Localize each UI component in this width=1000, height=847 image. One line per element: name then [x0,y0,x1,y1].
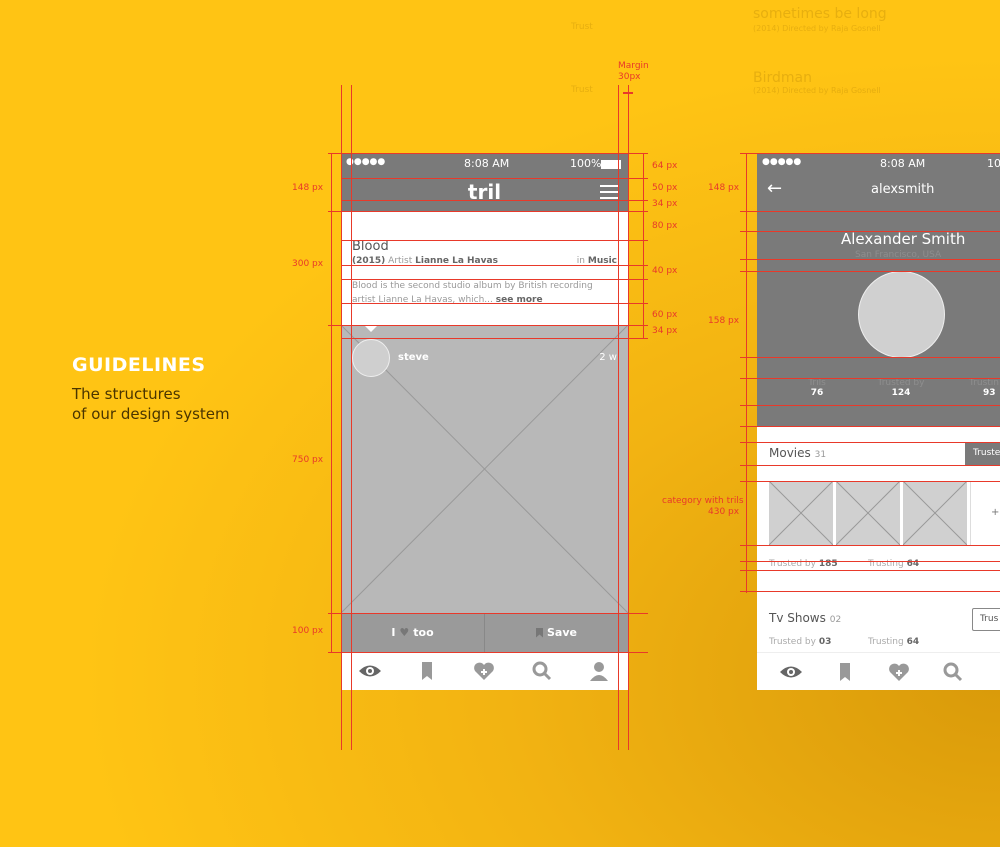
profile-name: Alexander Smith [841,230,966,248]
dimension-label: 80 px [652,221,678,231]
margin-label: Margin [618,61,649,71]
movie-thumbnail[interactable] [768,480,834,546]
battery-level: 10 [987,157,1000,170]
love-prefix: I [391,626,396,639]
description-text: Blood is the second studio album by Brit… [352,281,593,305]
heart-plus-icon[interactable] [887,661,911,683]
search-icon[interactable] [530,660,554,682]
margin-value: 30px [618,72,641,82]
save-button[interactable]: Save [485,613,628,652]
dimension-label: 100 px [292,626,324,636]
post-image-placeholder[interactable]: steve 2 w [341,325,628,613]
faint-text: (2014) Directed by Raja Gosnell [753,86,881,95]
status-bar: ●●●●● 8:08 AM 100% [341,153,628,178]
search-icon[interactable] [941,661,965,683]
category-label: category with trils [662,496,744,506]
movie-thumbnail[interactable] [835,480,901,546]
profile-header: ← alexsmith Alexander Smith San Francisc… [757,178,1000,427]
movies-trust-button[interactable]: Truste [965,442,1000,465]
profile-username: alexsmith [871,182,935,197]
movies-thumbnails: +2 [768,480,1000,546]
faint-text: Trust [571,85,593,95]
dimension-label: 148 px [708,183,740,193]
save-label: Save [547,626,577,639]
dimension-label: 750 px [292,455,324,465]
dimension-label: 64 px [652,161,678,171]
app-header: tril [341,178,628,211]
tv-title: Tv Shows 02 [769,611,842,625]
heart-icon: ♥ [399,626,410,639]
clock: 8:08 AM [880,157,926,170]
guidelines-subtitle: of our design system [72,405,230,423]
clock: 8:08 AM [464,157,510,170]
eye-icon[interactable] [358,660,382,682]
faint-text: Trust [571,22,593,32]
movie-thumbnail[interactable] [902,480,968,546]
bookmark-icon[interactable] [833,661,857,683]
dimension-label: 50 px [652,183,678,193]
stat-trusting[interactable]: Trustin 93 [969,378,1000,398]
back-arrow-icon[interactable]: ← [767,178,782,199]
faint-text: Birdman [753,70,812,86]
user-icon[interactable] [587,660,611,682]
tab-bar [757,652,1000,690]
bookmark-icon[interactable] [415,660,439,682]
heart-plus-icon[interactable] [472,660,496,682]
feed-screen: ●●●●● 8:08 AM 100% tril Blood (2015) Art… [341,153,628,690]
love-suffix: too [413,626,434,639]
more-thumbnails[interactable]: +2 [970,481,1000,545]
battery-level: 100% [570,157,602,170]
post-time: 2 w [599,352,617,363]
profile-screen: ●●●●● 8:08 AM 10 ← alexsmith Alexander S… [757,153,1000,690]
dimension-label: 148 px [292,183,324,193]
eye-icon[interactable] [779,661,803,683]
dimension-label: 158 px [708,316,740,326]
tab-bar [341,652,628,690]
dimension-label: 34 px [652,199,678,209]
category-label: 430 px [708,507,740,517]
love-button[interactable]: I ♥ too [341,613,485,652]
dimension-label: 60 px [652,310,678,320]
status-bar: ●●●●● 8:08 AM 10 [757,153,1000,178]
stat-trusted-by[interactable]: Trusted by 124 [861,378,941,398]
avatar[interactable] [352,339,390,377]
hamburger-icon[interactable] [600,185,618,199]
faint-text: (2014) Directed by Raja Gosnell [753,24,881,33]
tv-trusting: Trusting 64 [868,637,920,647]
dimension-label: 300 px [292,259,324,269]
dimension-label: 40 px [652,266,678,276]
tv-trusted-by: Trusted by 03 [769,637,832,647]
profile-avatar[interactable] [858,271,945,358]
bookmark-icon [536,627,543,638]
user-name[interactable]: steve [398,352,429,363]
dimension-label: 34 px [652,326,678,336]
movies-title: Movies 31 [769,446,827,460]
signal-indicator: ●●●●● [762,157,802,167]
stat-trils[interactable]: Trils 76 [797,378,837,398]
post-title[interactable]: Blood [352,239,389,254]
faint-text: sometimes be long [753,6,887,22]
guidelines-subtitle: The structures [72,385,181,403]
guidelines-title: GUIDELINES [72,354,206,376]
action-bar: I ♥ too Save [341,613,628,652]
tv-trust-button[interactable]: Trus [972,608,1000,631]
